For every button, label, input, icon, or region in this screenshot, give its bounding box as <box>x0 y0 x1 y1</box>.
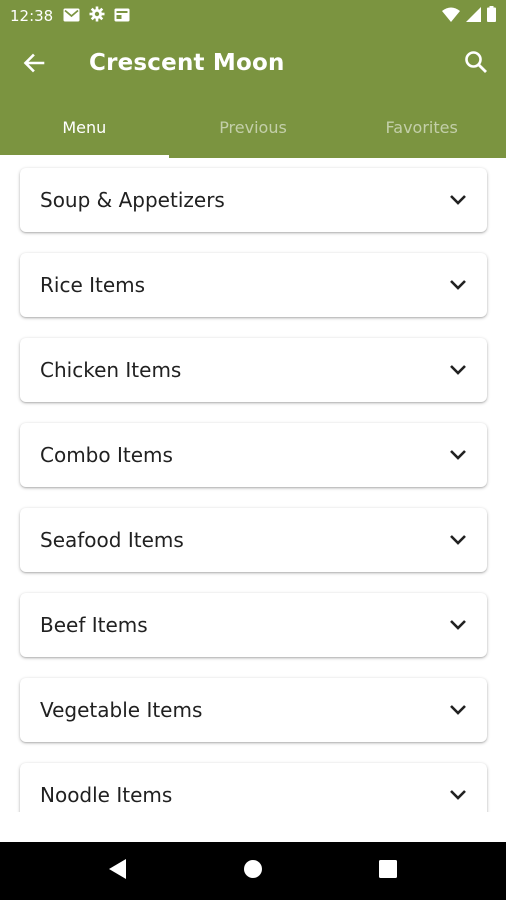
category-label: Rice Items <box>40 273 146 297</box>
home-icon <box>243 859 263 883</box>
status-system-icons <box>442 6 496 26</box>
status-bar: 12:38 <box>0 0 506 32</box>
tab-bar: Menu Previous Favorites <box>0 98 506 158</box>
status-notification-icons <box>63 6 130 26</box>
category-beef-items[interactable]: Beef Items <box>20 593 487 657</box>
category-noodle-items[interactable]: Noodle Items <box>20 763 487 812</box>
tab-label: Previous <box>219 117 287 137</box>
tab-favorites[interactable]: Favorites <box>337 98 506 158</box>
system-nav-bar <box>0 842 506 900</box>
tab-previous[interactable]: Previous <box>169 98 338 158</box>
category-vegetable-items[interactable]: Vegetable Items <box>20 678 487 742</box>
wifi-icon <box>442 7 460 26</box>
category-soup-appetizers[interactable]: Soup & Appetizers <box>20 168 487 232</box>
chevron-down-icon <box>449 449 467 461</box>
gmail-icon <box>63 7 80 26</box>
category-label: Noodle Items <box>40 783 173 807</box>
recents-icon <box>379 860 398 882</box>
app-bar: Crescent Moon <box>0 32 506 98</box>
category-label: Combo Items <box>40 443 173 467</box>
back-icon <box>108 859 127 883</box>
chevron-down-icon <box>449 194 467 206</box>
chevron-down-icon <box>449 704 467 716</box>
category-combo-items[interactable]: Combo Items <box>20 423 487 487</box>
nav-back-button[interactable] <box>93 846 143 896</box>
gear-icon <box>89 6 105 26</box>
card-icon <box>114 7 130 26</box>
category-label: Beef Items <box>40 613 148 637</box>
category-label: Soup & Appetizers <box>40 188 225 212</box>
chevron-down-icon <box>449 534 467 546</box>
screen: 12:38 Crescent Moon Menu Previous Favori… <box>0 0 506 900</box>
tab-label: Favorites <box>385 117 458 137</box>
page-title: Crescent Moon <box>89 50 285 76</box>
chevron-down-icon <box>449 789 467 801</box>
category-label: Chicken Items <box>40 358 182 382</box>
nav-home-button[interactable] <box>228 846 278 896</box>
search-icon <box>464 50 488 78</box>
tab-label: Menu <box>62 117 107 137</box>
category-label: Vegetable Items <box>40 698 203 722</box>
chevron-down-icon <box>449 279 467 291</box>
arrow-back-icon <box>23 52 45 78</box>
search-button[interactable] <box>456 44 496 84</box>
category-label: Seafood Items <box>40 528 184 552</box>
chevron-down-icon <box>449 364 467 376</box>
tab-menu[interactable]: Menu <box>0 98 169 158</box>
status-time: 12:38 <box>10 7 54 25</box>
chevron-down-icon <box>449 619 467 631</box>
nav-recents-button[interactable] <box>363 846 413 896</box>
category-list: Soup & Appetizers Rice Items Chicken Ite… <box>0 158 506 812</box>
category-seafood-items[interactable]: Seafood Items <box>20 508 487 572</box>
category-rice-items[interactable]: Rice Items <box>20 253 487 317</box>
category-chicken-items[interactable]: Chicken Items <box>20 338 487 402</box>
signal-icon <box>466 6 481 26</box>
battery-icon <box>487 6 496 26</box>
back-button[interactable] <box>14 45 54 85</box>
